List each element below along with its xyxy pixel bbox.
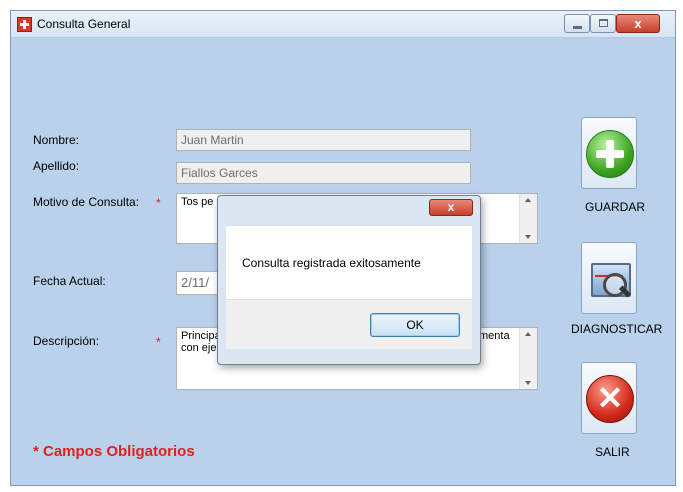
close-button[interactable]: x [616,14,660,33]
dialog-close-button[interactable]: x [429,199,473,216]
dialog-body: Consulta registrada exitosamente [226,226,472,299]
scroll-up-icon[interactable] [525,332,531,336]
exit-x-icon: ✕ [586,375,634,423]
apellido-label: Apellido: [33,159,80,173]
message-dialog: x Consulta registrada exitosamente OK [217,195,481,365]
motivo-scrollbar[interactable] [519,194,537,243]
maximize-icon [599,19,608,27]
descripcion-text-right: menta [479,330,510,342]
minimize-icon [573,26,582,29]
descripcion-required-marker: * [156,335,161,349]
dialog-message: Consulta registrada exitosamente [242,256,421,270]
motivo-label: Motivo de Consulta: [33,195,140,209]
salir-button[interactable]: ✕ [581,362,637,434]
dialog-footer: OK [226,299,472,349]
window-title: Consulta General [37,17,131,31]
title-bar[interactable]: Consulta General x [11,11,675,38]
nombre-field[interactable]: Juan Martin [176,129,471,151]
close-icon: x [634,16,642,31]
medical-cross-icon [17,17,32,32]
add-plus-icon [586,130,634,178]
maximize-button[interactable] [590,14,616,33]
diagnosticar-button[interactable] [581,242,637,314]
motivo-text: Tos pe [181,196,214,208]
minimize-button[interactable] [564,14,590,33]
scroll-down-icon[interactable] [525,235,531,239]
required-fields-note: * Campos Obligatorios [33,443,195,460]
scroll-up-icon[interactable] [525,198,531,202]
nombre-label: Nombre: [33,133,80,147]
ok-button[interactable]: OK [370,313,460,337]
descripcion-label: Descripción: [33,334,100,348]
salir-label: SALIR [595,445,630,459]
close-icon: x [447,200,455,214]
descripcion-scrollbar[interactable] [519,328,537,389]
diagnostic-monitor-icon [583,253,637,307]
guardar-button[interactable] [581,117,637,189]
fecha-label: Fecha Actual: [33,274,106,288]
diagnosticar-label: DIAGNOSTICAR [571,322,663,336]
motivo-required-marker: * [156,196,161,210]
apellido-field[interactable]: Fiallos Garces [176,162,471,184]
scroll-down-icon[interactable] [525,381,531,385]
guardar-label: GUARDAR [585,200,646,214]
